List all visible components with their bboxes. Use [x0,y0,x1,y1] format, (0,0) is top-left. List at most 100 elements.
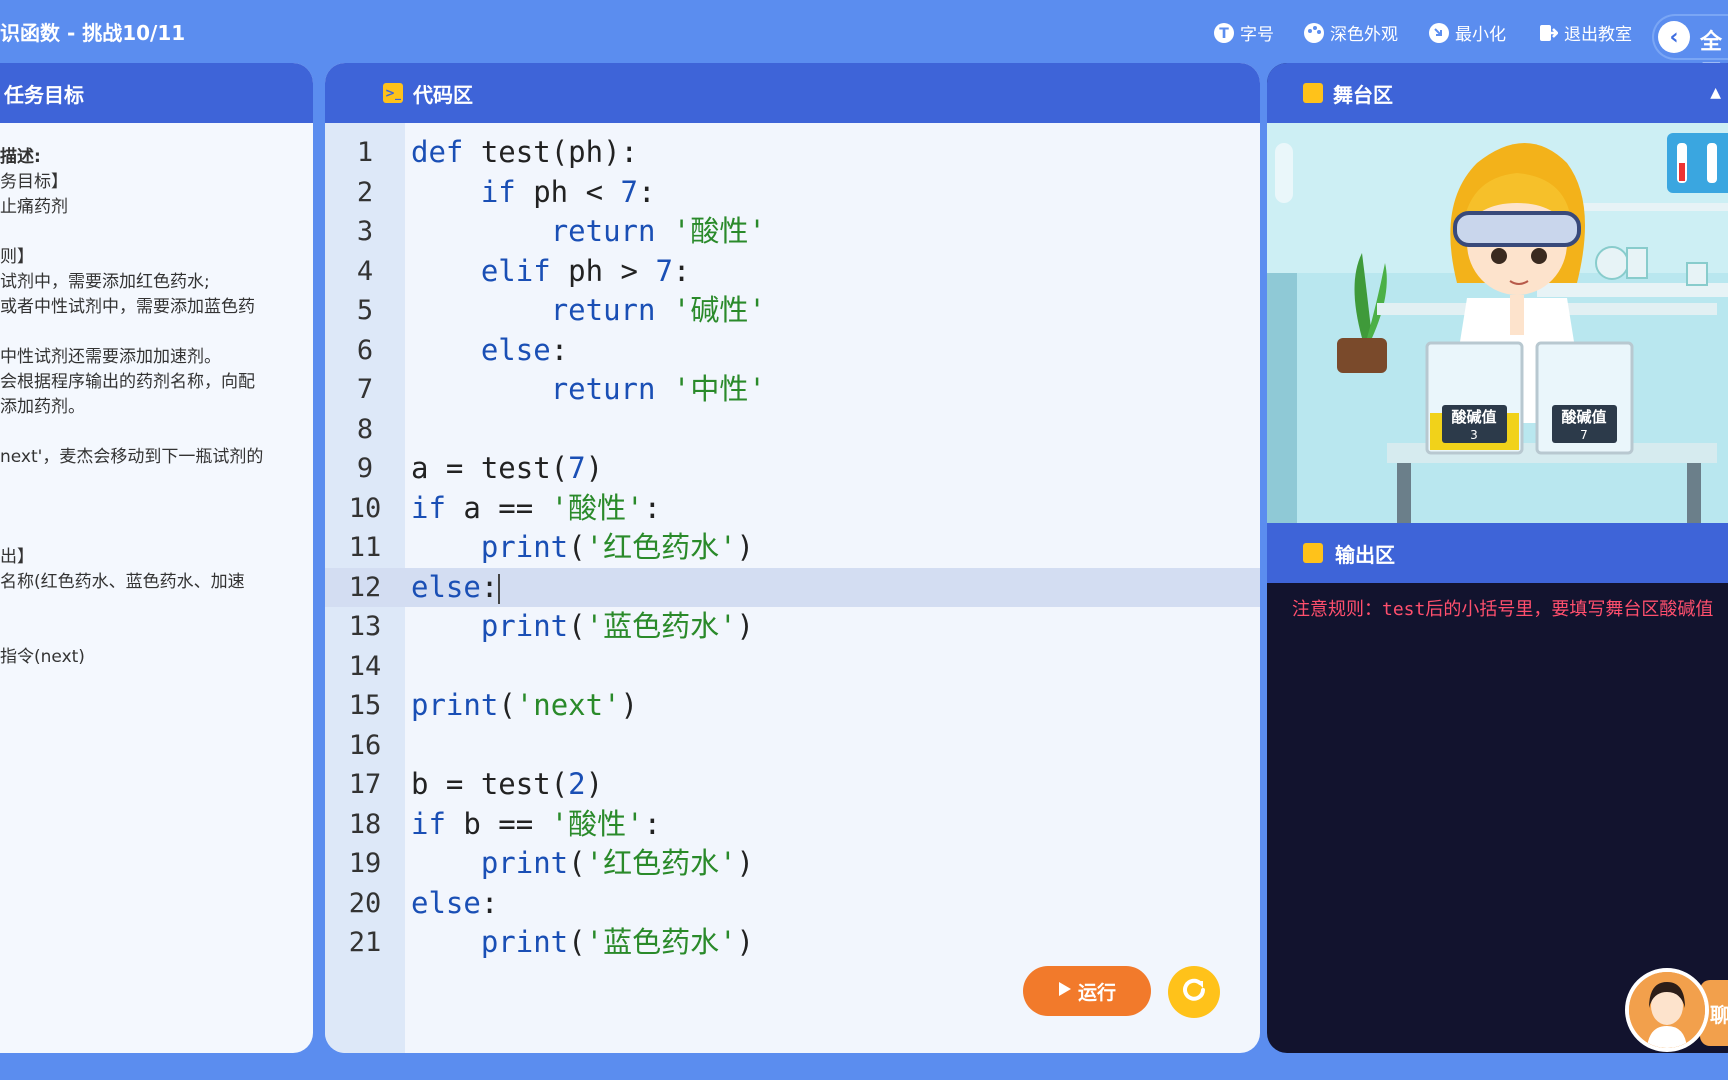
code-line[interactable]: 14 [325,647,1260,687]
task-line: 或者中性试剂中，需要添加蓝色药 [0,297,255,317]
minimize-icon [1428,22,1450,44]
task-line [0,220,313,245]
clapperboard-icon [1303,83,1323,103]
top-bar: 识函数 - 挑战10/11 T 字号 深色外观 最小化 退出教室 ‹ 全屏 [0,0,1728,87]
reset-button[interactable] [1168,966,1220,1018]
code-text: if a == '酸性': [411,490,662,525]
teacher-avatar[interactable] [1625,968,1709,1052]
line-number: 1 [356,137,374,168]
task-line: 出】 [0,547,34,567]
line-number: 7 [356,374,374,405]
code-line[interactable]: 2 if ph < 7: [325,173,1260,213]
fullscreen-button[interactable]: ‹ 全屏 [1652,14,1728,87]
line-number: 12 [348,571,382,603]
code-line[interactable]: 21 print('蓝色药水') [325,923,1260,963]
code-line[interactable]: 1 def test(ph): [325,133,1260,173]
code-text: else: [411,569,501,604]
code-text: def test(ph): [411,135,638,169]
task-panel: 任务目标 描述: 务目标】 止痛药剂 则】 试剂中，需要添加红色药水; 或者中性试剂中，需… [0,63,313,1053]
line-number: 17 [348,769,382,800]
code-line[interactable]: 8 [325,410,1260,450]
line-number: 11 [348,532,382,563]
code-line[interactable]: 6 else: [325,331,1260,371]
code-text: print('蓝色药水') [480,609,755,643]
stage-scene: 酸碱值 3 酸碱值 7 [1267,123,1728,523]
task-panel-title: 任务目标 [4,82,84,107]
code-line[interactable]: 11 print('红色药水') [325,528,1260,568]
output-console: 注意规则：test后的小括号里，要填写舞台区酸碱值 [1292,599,1714,620]
minimize-label: 最小化 [1455,25,1506,45]
line-number: 2 [356,176,374,208]
terminal-icon: >_ [383,83,403,103]
collapse-icon[interactable]: ▲ [1710,85,1721,101]
svg-text:T: T [1219,26,1229,42]
code-line[interactable]: 20 else: [325,884,1260,924]
line-number: 21 [348,927,382,958]
exit-icon [1537,22,1559,44]
task-line: 描述: [0,147,41,167]
code-line[interactable]: 13 print('蓝色药水') [325,607,1260,647]
task-panel-header: 任务目标 [0,63,313,123]
task-line: 添加药剂。 [0,397,85,417]
line-number: 19 [348,848,382,879]
code-text: print('蓝色药水') [480,925,755,959]
line-number: 18 [348,808,382,840]
code-text: b = test(2) [411,767,604,801]
code-panel-title: 代码区 [413,82,473,107]
code-text: else: [411,885,499,920]
task-line: 名称(红色药水、蓝色药水、加速 [0,572,245,592]
code-line[interactable]: 19 print('红色药水') [325,844,1260,884]
code-line[interactable]: 17 b = test(2) [325,765,1260,805]
task-line [0,620,313,645]
code-text: return '酸性' [550,214,766,248]
line-number: 16 [348,729,382,761]
code-line[interactable]: 12 else: [325,567,1260,607]
beaker-1-value: 3 [1470,428,1478,442]
code-text: return '碱性' [550,293,766,327]
code-line[interactable]: 5 return '碱性' [325,291,1260,331]
text-cursor [498,573,501,604]
code-text: if ph < 7: [480,174,656,209]
stage-panel: 舞台区 ▲ 酸碱值 3 酸碱值 7 输出区 注意规则：test后的小括号里，要填… [1267,63,1728,1053]
code-line[interactable]: 7 return '中性' [325,370,1260,410]
line-number: 15 [348,690,382,721]
task-line [0,495,313,520]
font-size-button[interactable]: T 字号 [1213,20,1274,45]
output-panel-header: 输出区 [1267,523,1728,583]
code-text: if b == '酸性': [411,806,662,841]
task-line: 试剂中，需要添加红色药水; [0,272,210,292]
run-label: 运行 [1077,981,1116,1004]
code-text: a = test(7) [411,451,604,485]
run-button[interactable]: 运行 [1023,966,1151,1016]
code-editor[interactable]: 1 def test(ph): 2 if ph < 7: 3 return '酸性' 4… [325,123,1260,1053]
line-number: 10 [348,492,382,524]
output-icon [1303,543,1323,563]
line-number: 3 [356,216,374,247]
line-number: 6 [356,334,374,366]
minimize-button[interactable]: 最小化 [1428,20,1506,45]
palette-icon [1303,22,1325,44]
code-line[interactable]: 9 a = test(7) [325,449,1260,489]
dark-mode-button[interactable]: 深色外观 [1303,20,1398,45]
code-line[interactable]: 10 if a == '酸性': [325,489,1260,529]
stage-panel-title: 舞台区 [1333,82,1393,107]
beaker-2-label: 酸碱值 [1561,408,1606,426]
line-number: 5 [356,295,374,326]
code-line[interactable]: 16 [325,726,1260,766]
chevron-left-icon: ‹ [1658,21,1690,53]
exit-classroom-button[interactable]: 退出教室 [1537,20,1632,45]
line-number: 9 [356,453,374,484]
code-line[interactable]: 4 elif ph > 7: [325,252,1260,292]
code-panel-header: >_ 代码区 [325,63,1260,123]
code-line[interactable]: 3 return '酸性' [325,212,1260,252]
code-line[interactable]: 18 if b == '酸性': [325,805,1260,845]
dark-mode-label: 深色外观 [1330,25,1398,45]
task-description: 描述: 务目标】 止痛药剂 则】 试剂中，需要添加红色药水; 或者中性试剂中，需要添加蓝色… [0,123,313,670]
task-line [0,320,313,345]
task-line [0,595,313,620]
task-line: 会根据程序输出的药剂名称，向配 [0,372,255,392]
task-line [0,520,313,545]
line-number: 20 [348,887,382,919]
line-number: 4 [356,255,374,287]
code-line[interactable]: 15 print('next') [325,686,1260,726]
